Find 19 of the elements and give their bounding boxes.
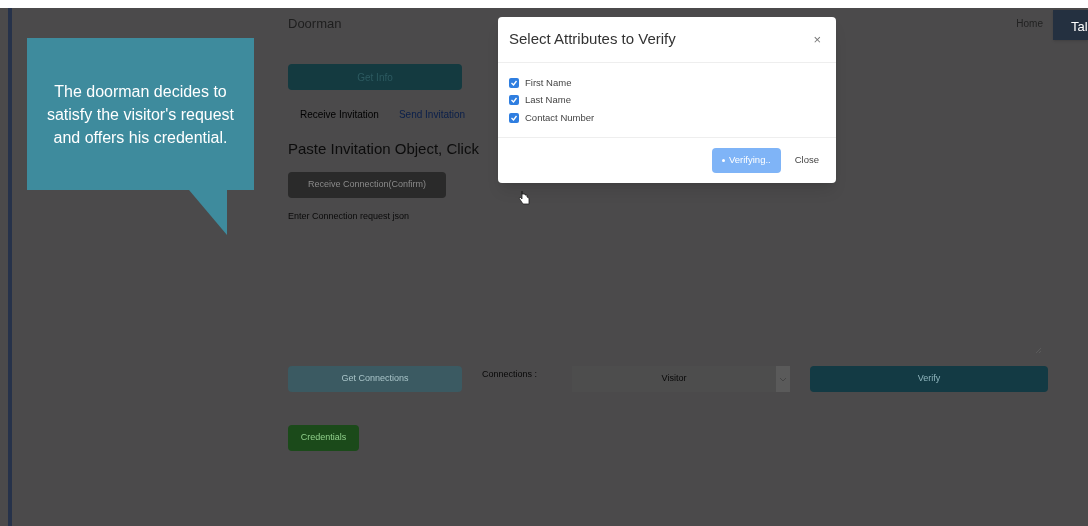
section-heading: Paste Invitation Object, Click — [288, 139, 479, 159]
attribute-label: Last Name — [525, 93, 571, 108]
verify-button[interactable]: Verify — [810, 365, 1048, 392]
attribute-label: First Name — [525, 76, 572, 90]
close-button[interactable]: Close — [794, 153, 819, 168]
corner-tab[interactable]: Tal — [1053, 10, 1088, 40]
credentials-button[interactable]: Credentials — [288, 424, 359, 451]
tab[interactable]: Receive Invitation — [300, 106, 379, 122]
checkbox[interactable] — [509, 112, 519, 123]
get-connections-button[interactable]: Get Connections — [288, 365, 462, 392]
hand-cursor-icon — [518, 190, 530, 206]
dialog-title: Select Attributes to Verify — [509, 29, 677, 50]
connections-label: Connections : — [482, 367, 539, 381]
receive-connection-button[interactable]: Receive Connection(Confirm) — [288, 172, 446, 198]
checkbox[interactable] — [509, 78, 519, 89]
attribute-label: Contact Number — [525, 110, 595, 125]
checkbox[interactable] — [509, 95, 519, 106]
callout-text: The doorman decides to satisfy the visitor's request and offers his credential. — [45, 81, 236, 148]
spinner-icon — [722, 158, 725, 162]
